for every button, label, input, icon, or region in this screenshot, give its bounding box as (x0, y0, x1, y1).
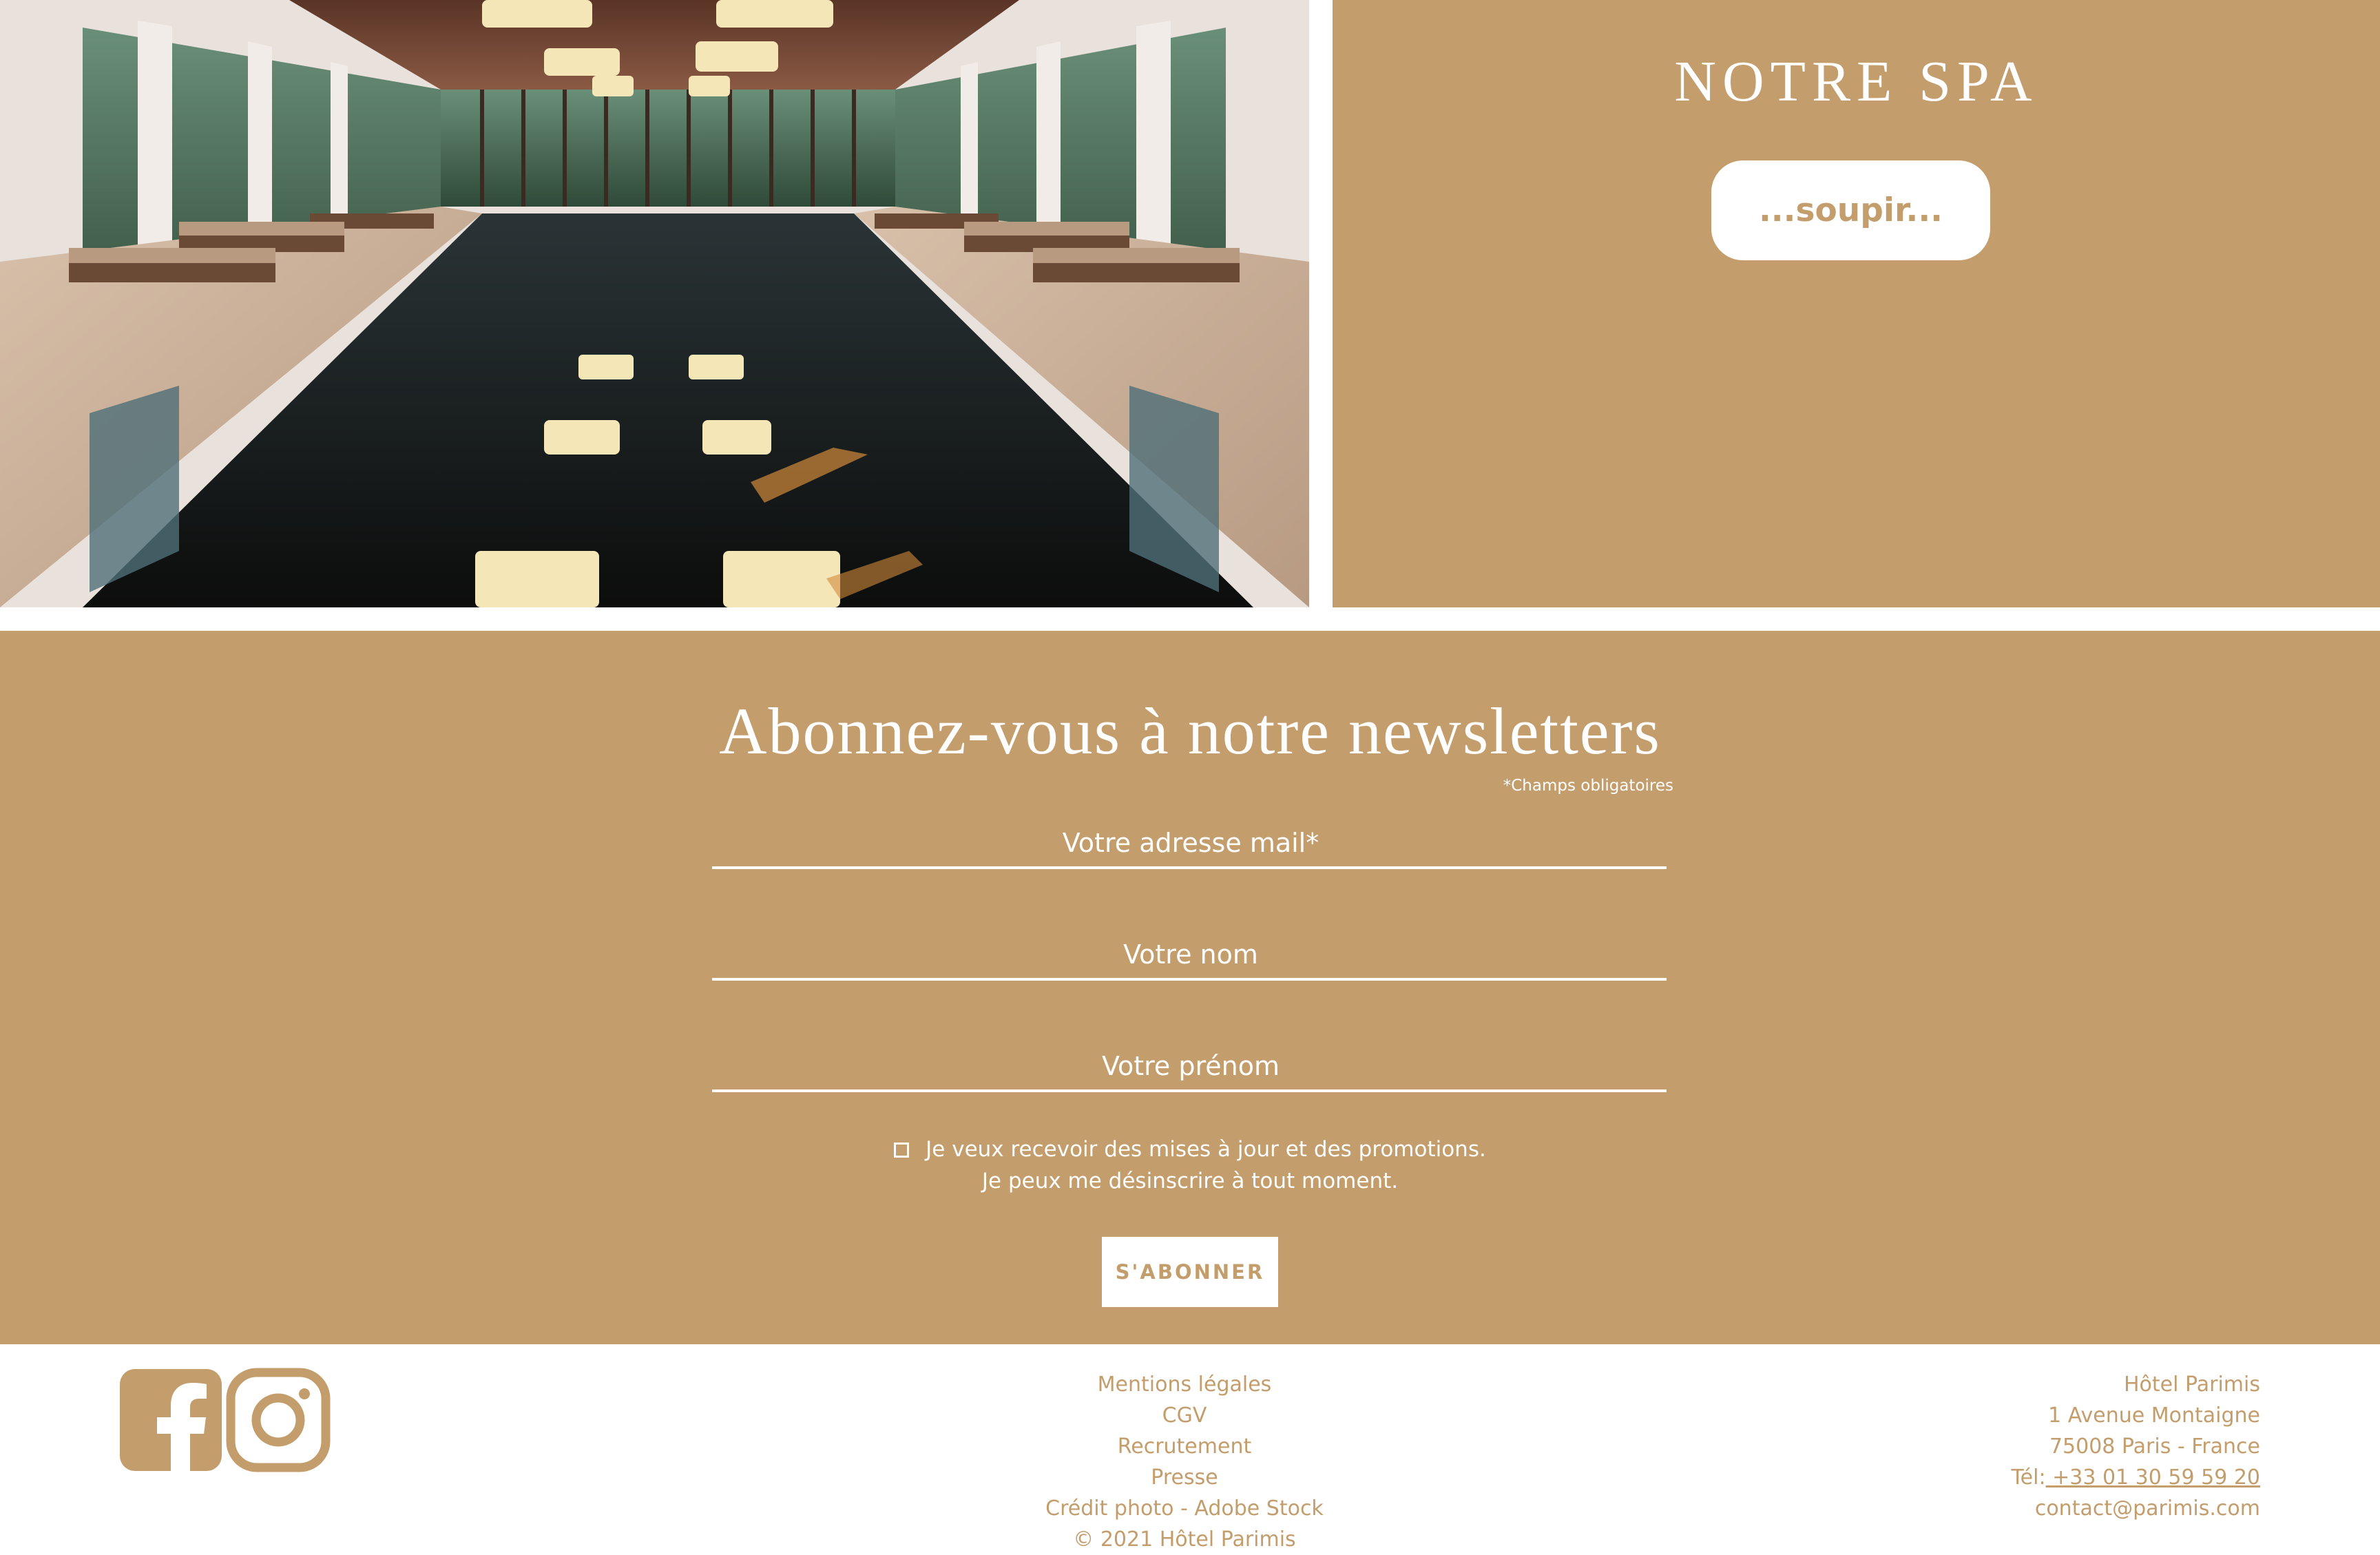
email-field[interactable] (712, 818, 1669, 868)
phone-link[interactable]: +33 01 30 59 59 20 (2046, 1465, 2260, 1490)
subscribe-button[interactable]: S'ABONNER (1102, 1237, 1278, 1307)
footer-links: Mentions légales CGV Recrutement Presse … (978, 1369, 1391, 1555)
consent-block: Je veux recevoir des mises à jour et des… (0, 1134, 2380, 1197)
spa-panel: NOTRE SPA ...soupir... (1333, 0, 2380, 607)
consent-row: Je veux recevoir des mises à jour et des… (0, 1134, 2380, 1165)
newsletter-section: Abonnez-vous à notre newsletters *Champs… (0, 631, 2380, 1344)
nom-field[interactable] (712, 930, 1669, 979)
phone-row: Tél: +33 01 30 59 59 20 (1778, 1462, 2260, 1493)
spa-title: NOTRE SPA (1674, 50, 2038, 114)
instagram-icon[interactable] (226, 1368, 331, 1472)
footer-link-credit-photo[interactable]: Crédit photo - Adobe Stock (978, 1493, 1391, 1524)
address-line2: 75008 Paris - France (2049, 1434, 2260, 1459)
email-field-wrapper (712, 818, 1669, 869)
footer-link-cgv[interactable]: CGV (978, 1400, 1391, 1431)
prenom-field-wrapper (712, 1041, 1669, 1092)
consent-label: Je veux recevoir des mises à jour et des… (926, 1137, 1486, 1162)
footer-link-mentions[interactable]: Mentions légales (978, 1369, 1391, 1400)
footer-link-presse[interactable]: Presse (978, 1462, 1391, 1493)
facebook-icon[interactable] (118, 1368, 223, 1472)
footer-link-recrutement[interactable]: Recrutement (978, 1431, 1391, 1462)
footer-copyright: © 2021 Hôtel Parimis (1073, 1527, 1296, 1552)
footer-address: Hôtel Parimis 1 Avenue Montaigne 75008 P… (1778, 1369, 2260, 1524)
phone-label: Tél: (2011, 1465, 2046, 1490)
spa-button[interactable]: ...soupir... (1711, 160, 1990, 260)
address-line1: 1 Avenue Montaigne (2048, 1403, 2260, 1428)
hotel-name: Hôtel Parimis (2124, 1373, 2260, 1397)
consent-checkbox[interactable] (894, 1142, 910, 1158)
email-link[interactable]: contact@parimis.com (1778, 1493, 2260, 1524)
nom-field-wrapper (712, 930, 1669, 981)
footer: Mentions légales CGV Recrutement Presse … (0, 1344, 2380, 1552)
consent-note: Je peux me désinscrire à tout moment. (981, 1169, 1399, 1193)
spa-pool-photo (0, 0, 1309, 607)
newsletter-title: Abonnez-vous à notre newsletters (719, 694, 1661, 768)
required-fields-note: *Champs obligatoires (1503, 777, 1673, 795)
prenom-field[interactable] (712, 1041, 1669, 1091)
